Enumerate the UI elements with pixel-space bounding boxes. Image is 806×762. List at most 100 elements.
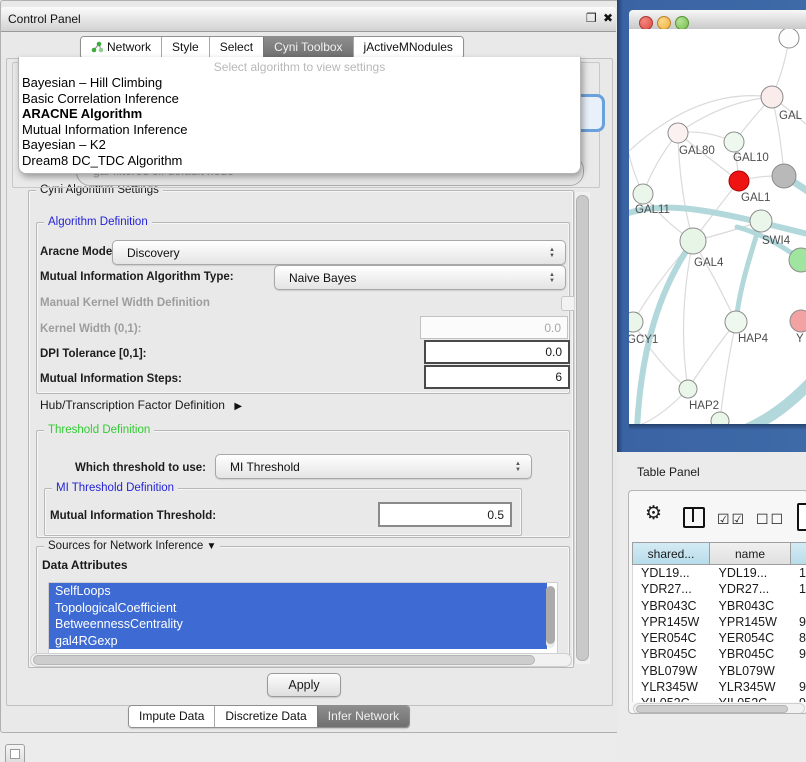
tab-impute-data[interactable]: Impute Data: [129, 706, 214, 727]
network-node[interactable]: [790, 310, 806, 332]
network-node[interactable]: [633, 184, 653, 204]
mi-steps-field[interactable]: 6: [424, 365, 570, 389]
algorithm-dropdown-item[interactable]: Basic Correlation Inference: [19, 91, 580, 107]
apply-button[interactable]: Apply: [267, 673, 341, 697]
mi-threshold-value: 0.5: [487, 508, 504, 522]
tab-style[interactable]: Style: [161, 37, 209, 58]
threshold-definition-title: Threshold Definition: [44, 424, 154, 436]
network-node-label: GAL11: [635, 204, 670, 216]
tab-infer-network[interactable]: Infer Network: [317, 706, 409, 727]
which-threshold-value: MI Threshold: [230, 460, 509, 474]
network-edge-thick[interactable]: [747, 381, 806, 424]
algorithm-dropdown-item[interactable]: Bayesian – K2: [19, 137, 580, 153]
algorithm-dropdown-item[interactable]: ARACNE Algorithm: [19, 106, 580, 122]
mi-threshold-field[interactable]: 0.5: [378, 502, 512, 527]
table-cell: YPR145W: [711, 614, 792, 630]
close-traffic-light[interactable]: [639, 16, 653, 30]
table-cell: 9.: [791, 679, 806, 695]
close-icon[interactable]: ✖: [603, 11, 616, 24]
network-edge[interactable]: [720, 322, 736, 421]
table-cell: 8.: [791, 630, 806, 646]
table-row[interactable]: YPR145WYPR145W9.: [633, 614, 806, 630]
aracne-mode-combo[interactable]: Discovery ▲▼: [112, 240, 566, 265]
table-column-header[interactable]: name: [710, 542, 791, 565]
network-edge[interactable]: [678, 97, 772, 133]
network-node-label: SWI4: [762, 235, 791, 247]
table-horizontal-scrollbar[interactable]: [633, 703, 805, 714]
table-row[interactable]: YDR27...YDR27...12: [633, 581, 806, 597]
table-row[interactable]: YER054CYER054C8.: [633, 630, 806, 646]
network-node[interactable]: [680, 228, 706, 254]
table-cell: 12: [791, 581, 806, 597]
minimize-traffic-light[interactable]: [657, 16, 671, 30]
table-row[interactable]: YBL079WYBL079W: [633, 663, 806, 679]
data-attribute-item[interactable]: TopologicalCoefficient: [49, 600, 547, 617]
gear-icon[interactable]: ⚙: [645, 502, 662, 525]
network-node[interactable]: [629, 312, 643, 332]
bottom-tab-bar: Impute DataDiscretize DataInfer Network: [128, 705, 410, 728]
network-edge[interactable]: [688, 322, 736, 389]
network-node[interactable]: [729, 171, 749, 191]
network-node[interactable]: [725, 311, 747, 333]
network-node[interactable]: [779, 29, 799, 48]
table-column-header[interactable]: shared...: [632, 542, 710, 565]
tab-label: Select: [220, 40, 253, 54]
scrollbar-thumb[interactable]: [636, 705, 788, 713]
network-node[interactable]: [724, 132, 744, 152]
table-row[interactable]: YDL19...YDL19...13: [633, 565, 806, 581]
network-node[interactable]: [772, 164, 796, 188]
network-edge[interactable]: [643, 133, 678, 194]
data-attribute-item[interactable]: gal4RGexp: [49, 633, 547, 650]
data-attribute-item[interactable]: SelfLoops: [49, 583, 547, 600]
table-row[interactable]: YIL052CYIL052C9: [633, 695, 806, 702]
network-node[interactable]: [679, 380, 697, 398]
network-node[interactable]: [711, 412, 729, 424]
columns-icon[interactable]: [683, 507, 705, 528]
table-row[interactable]: YBR045CYBR045C9.: [633, 646, 806, 662]
table-row[interactable]: YLR345WYLR345W9.: [633, 679, 806, 695]
scrollbar-thumb[interactable]: [546, 586, 555, 644]
network-node[interactable]: [761, 86, 783, 108]
window-shadow: [629, 424, 806, 430]
algorithm-dropdown-item[interactable]: Bayesian – Hill Climbing: [19, 75, 580, 91]
network-view-canvas[interactable]: GALGAL80GAL10GAL1GAL11SWI4GAL4GCY1HAP4YH…: [629, 29, 806, 424]
collapsed-panel-button[interactable]: [5, 744, 25, 762]
tab-label: Cyni Toolbox: [274, 40, 342, 54]
network-node[interactable]: [750, 210, 772, 232]
list-vertical-scrollbar[interactable]: [546, 586, 555, 648]
tab-cyni-toolbox[interactable]: Cyni Toolbox: [263, 37, 352, 58]
tab-select[interactable]: Select: [209, 37, 263, 58]
dpi-tolerance-field[interactable]: 0.0: [424, 340, 570, 364]
algorithm-dropdown-placeholder: Select algorithm to view settings: [19, 57, 580, 75]
settings-horizontal-scrollbar[interactable]: [30, 653, 572, 667]
kernel-width-field[interactable]: 0.0: [420, 316, 568, 339]
network-node[interactable]: [668, 123, 688, 143]
table-row[interactable]: YBR043CYBR043C: [633, 598, 806, 614]
hub-definition-toggle[interactable]: Hub/Transcription Factor Definition ▶: [40, 398, 242, 412]
table-column-header[interactable]: [791, 542, 806, 565]
tab-jactivemnodules[interactable]: jActiveMNodules: [353, 37, 463, 58]
table-cell: YLR345W: [633, 679, 711, 695]
float-window-icon[interactable]: ❒: [586, 11, 599, 24]
sources-toggle[interactable]: Sources for Network Inference ▼: [44, 540, 220, 553]
network-edge[interactable]: [629, 96, 772, 151]
tab-network[interactable]: Network: [81, 37, 161, 58]
network-edge[interactable]: [693, 241, 736, 322]
zoom-traffic-light[interactable]: [675, 16, 689, 30]
deselect-all-checkboxes-icon[interactable]: ☐☐: [756, 511, 785, 528]
algorithm-dropdown-item[interactable]: Mutual Information Inference: [19, 122, 580, 138]
aracne-mode-value: Discovery: [127, 246, 543, 260]
mi-threshold-group-title: MI Threshold Definition: [52, 482, 178, 494]
scrollbar-thumb[interactable]: [576, 195, 589, 661]
network-edge[interactable]: [684, 241, 693, 389]
network-tab-icon: [91, 41, 103, 53]
mi-type-combo[interactable]: Naive Bayes ▲▼: [274, 265, 566, 290]
data-attribute-item[interactable]: BetweennessCentrality: [49, 616, 547, 633]
scrollbar-thumb[interactable]: [33, 655, 535, 665]
document-icon[interactable]: [797, 503, 806, 531]
data-attributes-list[interactable]: SelfLoopsTopologicalCoefficientBetweenne…: [48, 582, 558, 654]
select-all-checkboxes-icon[interactable]: ☑☑: [717, 511, 746, 528]
tab-discretize-data[interactable]: Discretize Data: [214, 706, 316, 727]
which-threshold-combo[interactable]: MI Threshold ▲▼: [215, 454, 532, 479]
algorithm-dropdown-item[interactable]: Dream8 DC_TDC Algorithm: [19, 153, 580, 169]
